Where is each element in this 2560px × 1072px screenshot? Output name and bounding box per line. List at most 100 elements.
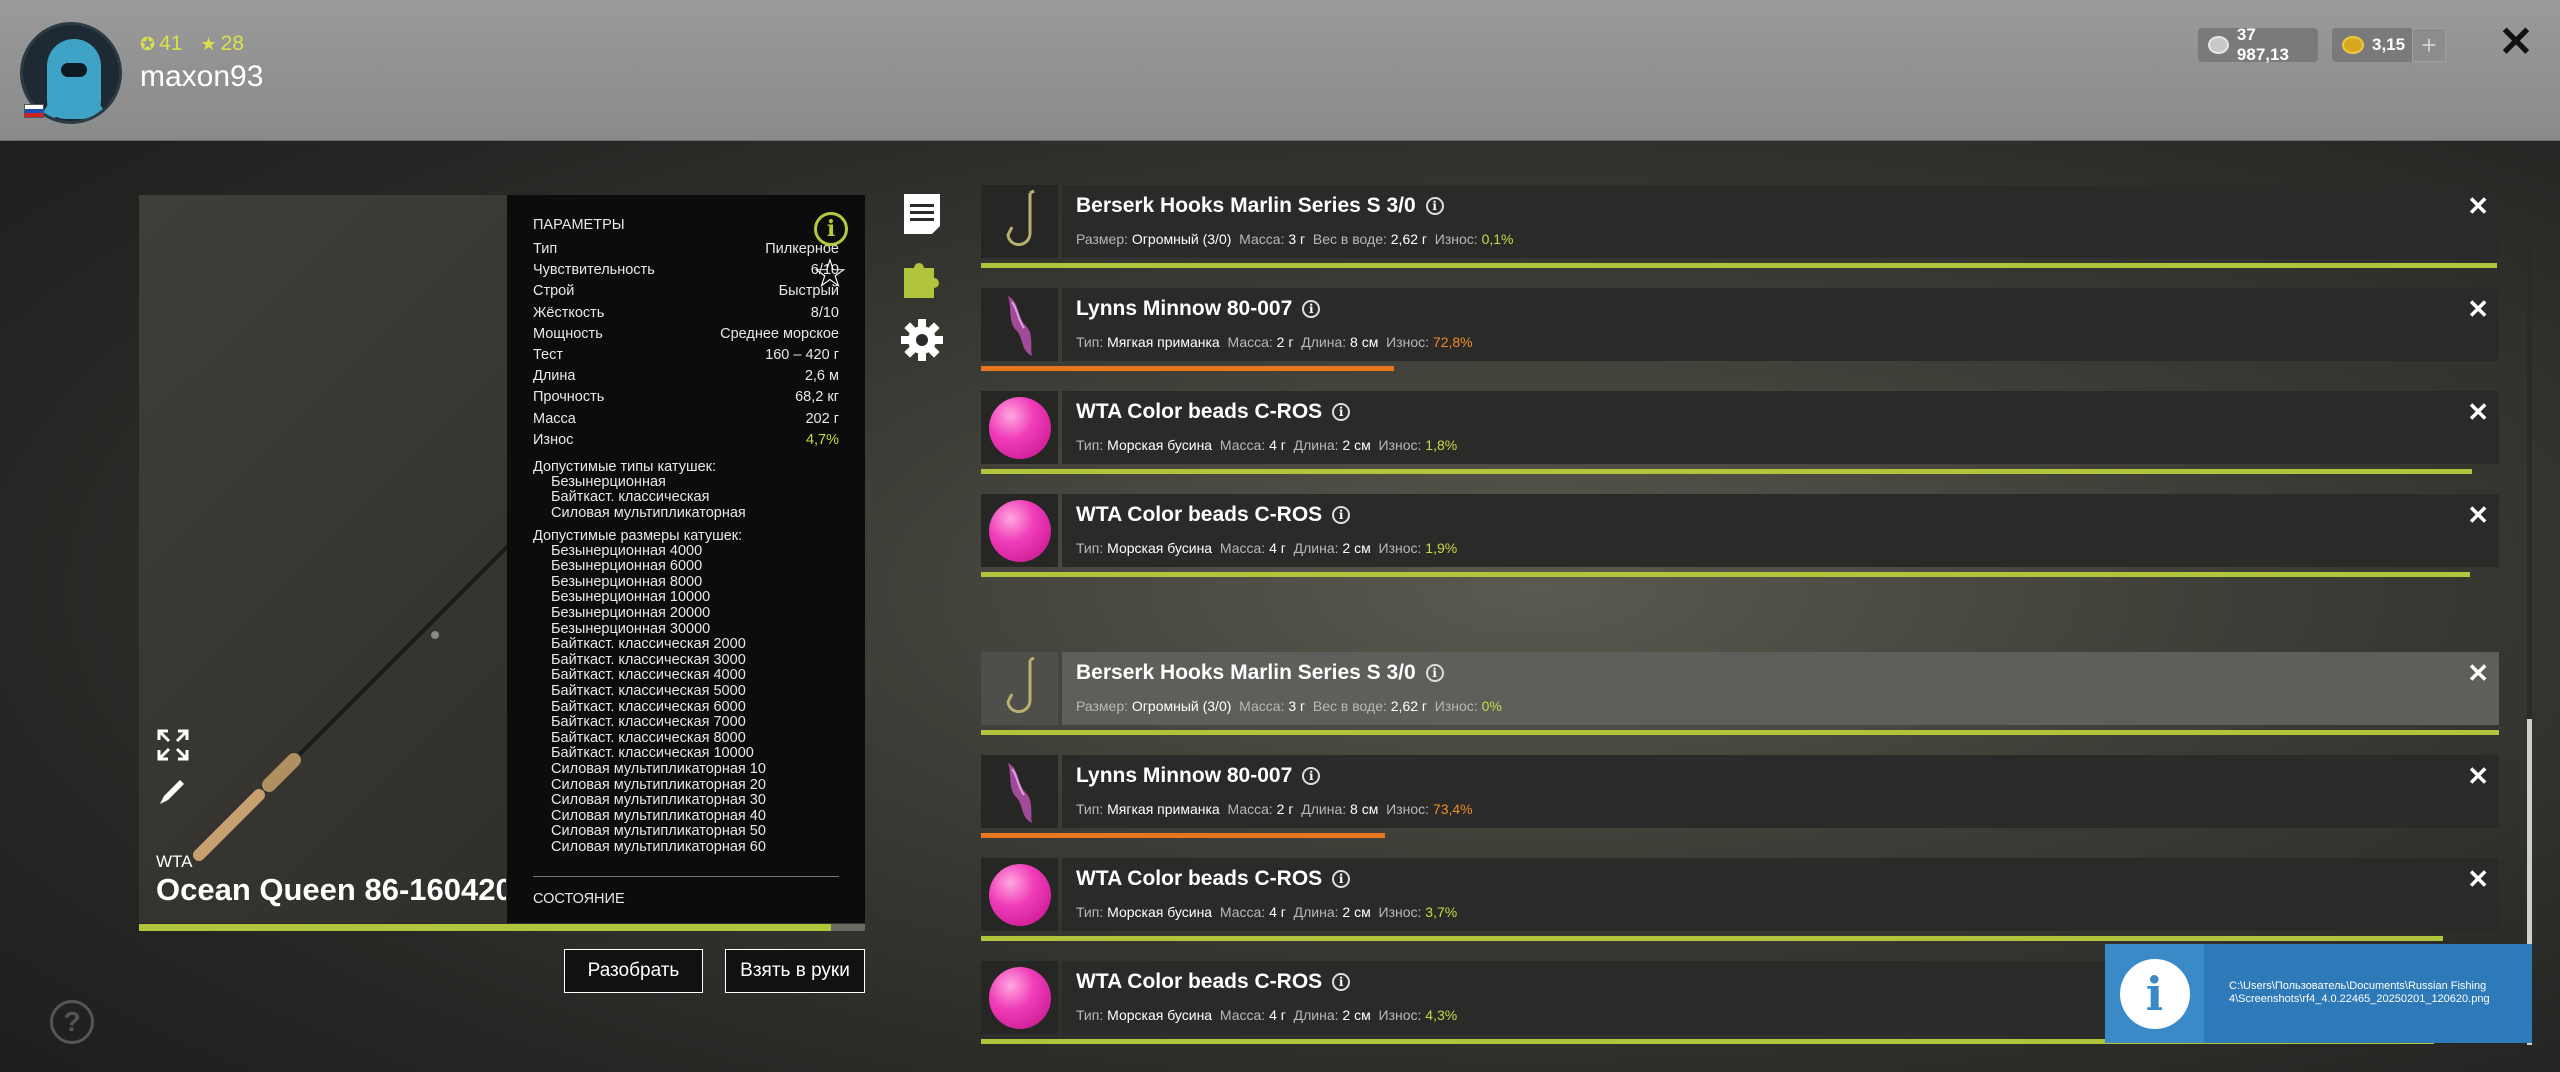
- param-row: Мощность Среднее морское: [533, 326, 839, 347]
- tackle-info-icon[interactable]: i: [1425, 197, 1444, 215]
- remove-tackle-icon[interactable]: ✕: [2467, 397, 2489, 428]
- stat-value: Морская бусина: [1107, 540, 1213, 556]
- param-row: Масса 202 г: [533, 411, 839, 432]
- tackle-info-icon[interactable]: i: [1332, 870, 1351, 888]
- tackle-item[interactable]: WTA Color beads C-ROS i Тип: Морская бусин…: [981, 494, 2499, 577]
- take-in-hands-button[interactable]: Взять в руки: [725, 949, 865, 993]
- stat-value: 3 г: [1288, 698, 1306, 714]
- reel-size-item: Байткаст. классическая 5000: [551, 683, 746, 699]
- tackle-item[interactable]: WTA Color beads C-ROS i Тип: Морская бусин…: [981, 858, 2499, 941]
- tackle-info-icon[interactable]: i: [1302, 767, 1321, 785]
- rod-wear-fill: [139, 924, 831, 931]
- stat-value: 2 см: [1342, 437, 1371, 453]
- stat-value: 4 г: [1269, 437, 1286, 453]
- tackle-item[interactable]: Lynns Minnow 80-007 i Тип: Мягкая приманка…: [981, 288, 2499, 371]
- tackle-item[interactable]: Lynns Minnow 80-007 i Тип: Мягкая приманка…: [981, 755, 2499, 838]
- remove-tackle-icon[interactable]: ✕: [2467, 864, 2489, 895]
- tackle-name: Berserk Hooks Marlin Series S 3/0 i: [1076, 661, 1444, 685]
- tackle-item[interactable]: WTA Color beads C-ROS i Тип: Морская бусин…: [981, 391, 2499, 474]
- stat-label: Размер:: [1076, 698, 1129, 714]
- favorite-star-icon[interactable]: ☆: [812, 254, 848, 294]
- tackle-item[interactable]: Berserk Hooks Marlin Series S 3/0 i Размер…: [981, 652, 2499, 735]
- remove-tackle-icon[interactable]: ✕: [2467, 191, 2489, 222]
- tackle-info-icon[interactable]: i: [1332, 403, 1351, 421]
- tackle-stats: Тип: Мягкая приманка Масса: 2 г Длина: 8…: [1076, 801, 1473, 817]
- stat-value: Мягкая приманка: [1107, 334, 1220, 350]
- help-icon[interactable]: ?: [50, 1000, 94, 1044]
- silver-currency: 37 987,13: [2198, 25, 2318, 64]
- stat-value: 4 г: [1269, 540, 1286, 556]
- expand-icon[interactable]: [156, 728, 190, 762]
- stat-value: 2 см: [1342, 540, 1371, 556]
- tackle-stats: Тип: Морская бусина Масса: 4 г Длина: 2 …: [1076, 540, 1457, 556]
- stat-label: Износ:: [1386, 334, 1430, 350]
- tackle-scrollbar[interactable]: [2527, 195, 2532, 1045]
- tackle-stats: Тип: Морская бусина Масса: 4 г Длина: 2 …: [1076, 1007, 1457, 1023]
- tackle-condition-bar: [981, 936, 2443, 941]
- tackle-name: WTA Color beads C-ROS i: [1076, 503, 1351, 527]
- player-header: ✪ 41 ★ 28 maxon93 37 987,13 3,15 + ✕: [0, 0, 2560, 141]
- stat-label: Масса:: [1227, 334, 1273, 350]
- stat-value: 2 г: [1276, 801, 1294, 817]
- wear-value: 1,8%: [1425, 437, 1458, 453]
- reel-size-item: Байткаст. классическая 10000: [551, 745, 754, 762]
- param-row: Чувствительность 6/10: [533, 262, 839, 283]
- reel-size-item: Байткаст. классическая 4000: [551, 667, 746, 684]
- remove-tackle-icon[interactable]: ✕: [2467, 658, 2489, 689]
- tackle-item[interactable]: Berserk Hooks Marlin Series S 3/0 i Размер…: [981, 185, 2499, 268]
- stat-value: 8 см: [1350, 334, 1379, 350]
- disassemble-button[interactable]: Разобрать: [564, 949, 703, 993]
- remove-tackle-icon[interactable]: ✕: [2467, 761, 2489, 792]
- remove-tackle-icon[interactable]: ✕: [2467, 294, 2489, 325]
- tackle-title: WTA Color beads C-ROS: [1076, 867, 1323, 890]
- tackle-title: WTA Color beads C-ROS: [1076, 503, 1323, 526]
- param-row: Тест 160 – 420 г: [533, 347, 839, 368]
- param-label: Мощность: [533, 325, 603, 342]
- tackle-stats: Размер: Огромный (3/0) Масса: 3 г Вес в …: [1076, 231, 1514, 247]
- stat-value: 2,62 г: [1390, 698, 1428, 714]
- stat-label: Износ:: [1434, 231, 1478, 247]
- level-gear-icon: ✪: [140, 34, 156, 54]
- tackle-name: WTA Color beads C-ROS i: [1076, 970, 1351, 994]
- close-icon[interactable]: ✕: [2496, 21, 2536, 63]
- tackle-info-icon[interactable]: i: [1332, 506, 1351, 524]
- document-icon[interactable]: [900, 192, 944, 236]
- reel-types-title: Допустимые типы катушек:: [533, 458, 717, 475]
- reel-size-item: Байткаст. классическая 2000: [551, 636, 746, 653]
- tackle-title: Lynns Minnow 80-007: [1076, 297, 1293, 320]
- tackle-title: WTA Color beads C-ROS: [1076, 970, 1323, 993]
- soft-lure-icon: [1007, 295, 1032, 356]
- add-gold-button[interactable]: +: [2412, 28, 2446, 62]
- tackle-image: [981, 494, 1058, 567]
- tackle-info-icon[interactable]: i: [1332, 973, 1351, 991]
- tackle-name: Berserk Hooks Marlin Series S 3/0 i: [1076, 194, 1444, 218]
- tackle-name: WTA Color beads C-ROS i: [1076, 867, 1351, 891]
- tackle-info-icon[interactable]: i: [1302, 300, 1321, 318]
- puzzle-icon[interactable]: [900, 256, 944, 300]
- reel-size-item: Силовая мультипликаторная 60: [551, 838, 766, 855]
- stat-value: 2,62 г: [1390, 231, 1428, 247]
- tackle-info-icon[interactable]: i: [1425, 664, 1444, 682]
- param-label: Тест: [533, 346, 563, 363]
- stat-label: Тип:: [1076, 904, 1104, 920]
- rename-pen-icon[interactable]: [156, 774, 190, 808]
- gold-currency: 3,15: [2332, 28, 2420, 62]
- stat-label: Длина:: [1293, 1007, 1339, 1023]
- tackle-condition-bar: [981, 833, 1385, 838]
- rod-name: Ocean Queen 86-160420: [156, 872, 506, 907]
- stat-value: Морская бусина: [1107, 904, 1213, 920]
- wear-value: 72,8%: [1432, 334, 1473, 350]
- wear-value: 0%: [1481, 698, 1502, 714]
- tackle-stats: Размер: Огромный (3/0) Масса: 3 г Вес в …: [1076, 698, 1502, 714]
- reel-size-item: Байткаст. классическая 3000: [551, 651, 746, 668]
- gear-icon[interactable]: [900, 318, 944, 362]
- remove-tackle-icon[interactable]: ✕: [2467, 500, 2489, 531]
- tackle-image: [981, 391, 1058, 464]
- stat-label: Вес в воде:: [1312, 698, 1387, 714]
- stat-label: Износ:: [1378, 437, 1422, 453]
- reel-size-item: Безынерционная 20000: [551, 605, 711, 622]
- reel-size-item: Силовая мультипликаторная 20: [551, 776, 766, 793]
- bead-icon: [988, 863, 1051, 926]
- info-icon[interactable]: i: [814, 212, 848, 246]
- stat-value: 3 г: [1288, 231, 1306, 247]
